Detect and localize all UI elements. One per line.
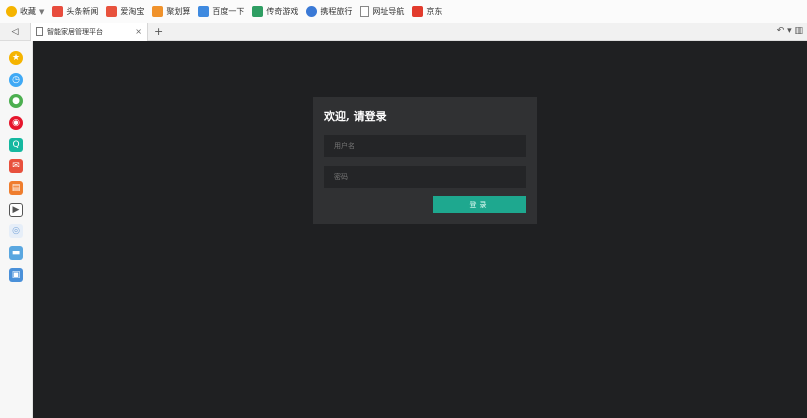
bookmarks-bar: 收藏 ▼ 头条新闻 爱淘宝 聚划算 百度一下 传奇游戏 携程旅行 网址导航 京东 <box>0 0 807 23</box>
page-icon <box>36 27 43 36</box>
jd-icon <box>412 6 424 17</box>
bookmark-baidu[interactable]: 百度一下 <box>198 6 244 17</box>
document-icon <box>360 6 370 17</box>
bookmark-label: 聚划算 <box>166 7 191 16</box>
news-icon[interactable]: ▤ <box>9 181 23 195</box>
news-icon <box>52 6 64 17</box>
weibo-icon[interactable]: ◉ <box>9 116 23 130</box>
bookmark-label: 头条新闻 <box>66 7 99 16</box>
notes-icon[interactable]: ▬ <box>9 246 23 260</box>
bookmark-game[interactable]: 传奇游戏 <box>252 6 298 17</box>
bookmark-favorites[interactable]: 收藏 ▼ <box>6 6 44 17</box>
tab-bar: ◁ 智能家居管理平台 × + ↶ ▾ ▥ <box>0 22 807 41</box>
bookmark-ctrip[interactable]: 携程旅行 <box>306 6 352 17</box>
bookmark-aitaobao[interactable]: 爱淘宝 <box>106 6 144 17</box>
bookmark-jd[interactable]: 京东 <box>412 6 442 17</box>
games-icon[interactable]: ● <box>9 94 23 108</box>
page-content: 欢迎, 请登录 登录 <box>33 41 807 418</box>
bookmark-label: 携程旅行 <box>320 7 353 16</box>
login-button[interactable]: 登录 <box>433 196 526 213</box>
chevron-down-icon[interactable]: ▼ <box>39 8 44 16</box>
username-input[interactable] <box>324 135 526 157</box>
history-clock-icon[interactable]: ◷ <box>9 73 23 87</box>
bookmark-label: 收藏 <box>20 7 36 16</box>
bookmark-label: 京东 <box>426 7 443 16</box>
save-icon[interactable]: ▣ <box>9 268 23 282</box>
login-title: 欢迎, 请登录 <box>324 110 387 123</box>
tab-bar-controls[interactable]: ↶ ▾ ▥ <box>777 26 803 36</box>
bookmark-label: 爱淘宝 <box>120 7 145 16</box>
baidu-icon <box>198 6 210 17</box>
game-icon <box>252 6 264 17</box>
bookmark-navigation[interactable]: 网址导航 <box>360 6 404 17</box>
login-panel: 欢迎, 请登录 登录 <box>313 97 537 224</box>
star-icon <box>6 6 17 17</box>
password-input[interactable] <box>324 166 526 188</box>
browser-sidebar: ★ ◷ ● ◉ Q ✉ ▤ ▶ ◎ ▬ ▣ <box>0 41 33 418</box>
mail-icon[interactable]: ✉ <box>9 159 23 173</box>
close-icon[interactable]: × <box>135 27 142 36</box>
bookmark-toutiao[interactable]: 头条新闻 <box>52 6 98 17</box>
favorites-star-icon[interactable]: ★ <box>9 51 23 65</box>
search-icon[interactable]: Q <box>9 138 23 152</box>
bookmark-juhuasuan[interactable]: 聚划算 <box>152 6 190 17</box>
bookmark-label: 传奇游戏 <box>266 7 299 16</box>
bookmark-label: 百度一下 <box>212 7 245 16</box>
juhuasuan-icon <box>152 6 164 17</box>
tab-scroll-left-icon[interactable]: ◁ <box>0 27 30 37</box>
tab-title: 智能家居管理平台 <box>47 27 103 36</box>
gamepad-icon[interactable]: ◎ <box>9 224 23 238</box>
ctrip-icon <box>306 6 318 17</box>
new-tab-button[interactable]: + <box>154 25 163 38</box>
tab-active[interactable]: 智能家居管理平台 × <box>30 22 148 41</box>
taobao-icon <box>106 6 118 17</box>
bookmark-label: 网址导航 <box>372 7 405 16</box>
video-icon[interactable]: ▶ <box>9 203 23 217</box>
